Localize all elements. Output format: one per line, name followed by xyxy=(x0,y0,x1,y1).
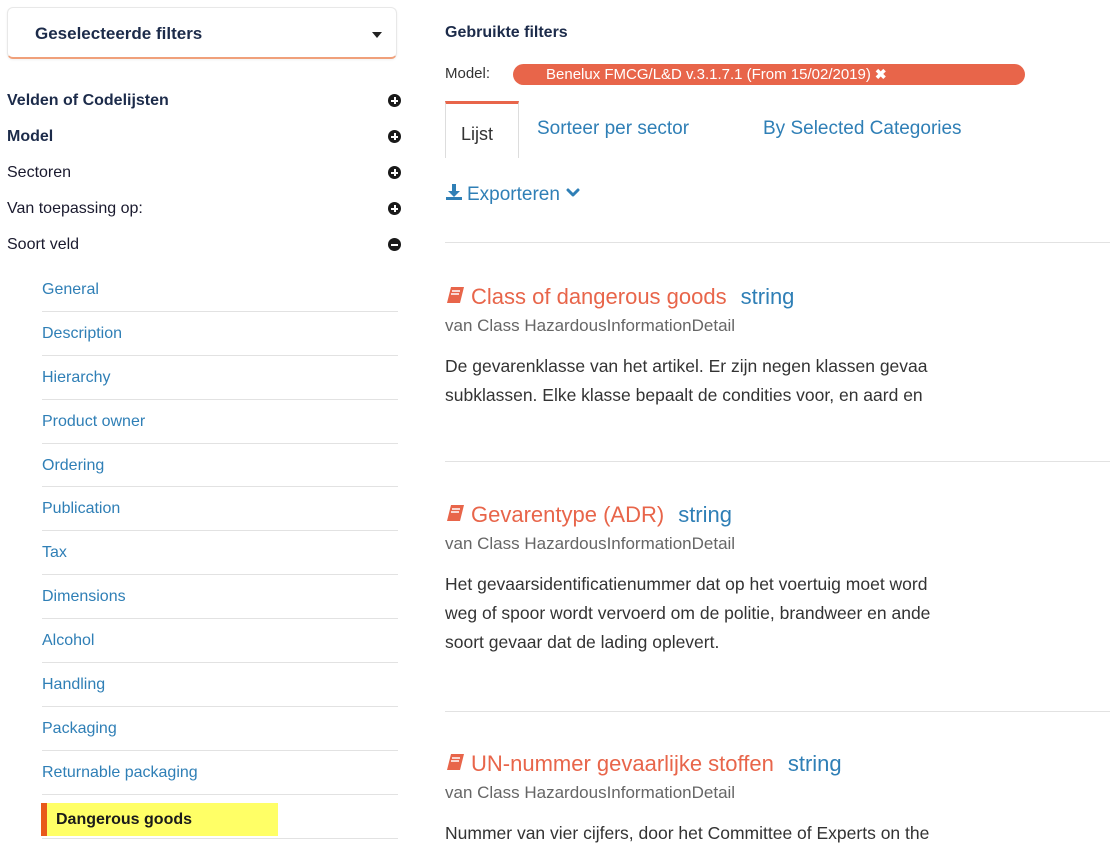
result-type: string xyxy=(787,751,842,776)
result-description: Nummer van vier cijfers, door het Commit… xyxy=(445,819,929,848)
field-type-item-tax[interactable]: Tax xyxy=(42,531,398,576)
field-type-item-returnable-packaging[interactable]: Returnable packaging xyxy=(42,751,398,795)
field-type-label[interactable]: Returnable packaging xyxy=(42,764,198,782)
book-icon xyxy=(447,287,464,303)
field-type-label[interactable]: Packaging xyxy=(42,720,117,738)
category-label: Soort veld xyxy=(7,236,80,253)
result-description: Het gevaarsidentificatienummer dat op he… xyxy=(445,570,930,657)
description-line: De gevarenklasse van het artikel. Er zij… xyxy=(445,356,928,376)
field-type-item-ordering[interactable]: Ordering xyxy=(42,444,398,488)
used-filters-title: Gebruikte filters xyxy=(445,24,568,41)
sidebar: Geselecteerde filters Velden of Codelijs… xyxy=(0,0,410,860)
plus-circle-icon[interactable] xyxy=(388,202,401,215)
tab-list[interactable]: Lijst xyxy=(445,101,519,158)
category-field-type[interactable]: Soort veld xyxy=(7,234,401,258)
model-filter-value: Benelux FMCG/L&D v.3.1.7.1 (From 15/02/2… xyxy=(546,66,871,83)
model-filter-label: Model: xyxy=(445,65,491,82)
field-type-label[interactable]: Hierarchy xyxy=(42,369,110,387)
plus-circle-icon[interactable] xyxy=(388,166,401,179)
field-type-item-dimensions[interactable]: Dimensions xyxy=(42,575,398,620)
result-title: UN-nummer gevaarlijke stoffen string xyxy=(445,751,842,777)
result-name-link[interactable]: Class of dangerous goods xyxy=(471,284,727,309)
field-type-item-alcohol[interactable]: Alcohol xyxy=(42,619,398,664)
field-type-item-description[interactable]: Description xyxy=(42,312,398,356)
close-icon[interactable]: ✖ xyxy=(875,66,887,82)
field-type-label[interactable]: General xyxy=(42,281,99,299)
category-label: Model xyxy=(7,128,54,145)
export-button[interactable]: Exporteren xyxy=(445,183,580,206)
description-line: soort gevaar dat de lading oplevert. xyxy=(445,632,720,652)
chevron-down-icon[interactable] xyxy=(566,188,580,198)
divider xyxy=(445,711,1110,712)
tab-sort-by-sector[interactable]: Sorteer per sector xyxy=(537,118,689,140)
result-class: van Class HazardousInformationDetail xyxy=(445,534,736,553)
export-label: Exporteren xyxy=(467,184,560,205)
category-label: Velden of Codelijsten xyxy=(7,92,169,109)
field-type-item-general[interactable]: General xyxy=(42,268,398,312)
active-indicator-bar xyxy=(41,802,47,836)
description-line: subklassen. Elke klasse bepaalt de condi… xyxy=(445,385,923,405)
category-applies-to[interactable]: Van toepassing op: xyxy=(7,198,401,222)
field-type-label[interactable]: Description xyxy=(42,325,122,343)
field-type-label[interactable]: Alcohol xyxy=(42,632,94,650)
book-icon xyxy=(447,754,464,770)
divider xyxy=(445,242,1110,243)
field-type-label[interactable]: Dimensions xyxy=(42,588,126,606)
result-name-link[interactable]: Gevarentype (ADR) xyxy=(471,502,664,527)
field-type-item-publication[interactable]: Publication xyxy=(42,487,398,532)
category-label: Van toepassing op: xyxy=(7,200,143,217)
active-highlight: Dangerous goods xyxy=(41,802,278,836)
download-icon xyxy=(446,184,462,200)
field-type-label-active[interactable]: Dangerous goods xyxy=(56,811,192,829)
result-type: string xyxy=(740,284,795,309)
field-type-list: General Description Hierarchy Product ow… xyxy=(41,268,398,839)
model-filter-chip[interactable]: Benelux FMCG/L&D v.3.1.7.1 (From 15/02/2… xyxy=(513,64,1025,85)
field-type-label[interactable]: Ordering xyxy=(42,457,104,475)
main-content: Gebruikte filters Model: Benelux FMCG/L&… xyxy=(445,0,1110,860)
plus-circle-icon[interactable] xyxy=(388,94,401,107)
description-line: weg of spoor wordt vervoerd om de politi… xyxy=(445,603,931,623)
category-sectors[interactable]: Sectoren xyxy=(7,162,401,186)
minus-circle-icon[interactable] xyxy=(388,238,401,251)
book-icon xyxy=(447,505,464,521)
field-type-label[interactable]: Tax xyxy=(42,544,67,562)
field-type-item-packaging[interactable]: Packaging xyxy=(42,707,398,751)
field-type-item-dangerous-goods[interactable]: Dangerous goods xyxy=(41,795,398,839)
field-type-label[interactable]: Handling xyxy=(42,676,105,694)
category-model[interactable]: Model xyxy=(7,126,401,150)
field-type-label[interactable]: Publication xyxy=(42,500,120,518)
category-label: Sectoren xyxy=(7,164,72,181)
category-fields-or-codelists[interactable]: Velden of Codelijsten xyxy=(7,90,401,114)
result-class: van Class HazardousInformationDetail xyxy=(445,783,736,802)
result-name-link[interactable]: UN-nummer gevaarlijke stoffen xyxy=(471,751,774,776)
plus-circle-icon[interactable] xyxy=(388,130,401,143)
caret-down-icon xyxy=(372,32,382,38)
selected-filters-dropdown[interactable]: Geselecteerde filters xyxy=(7,7,397,59)
divider xyxy=(445,461,1110,462)
result-description: De gevarenklasse van het artikel. Er zij… xyxy=(445,352,928,410)
description-line: Het gevaarsidentificatienummer dat op he… xyxy=(445,574,928,594)
field-type-item-hierarchy[interactable]: Hierarchy xyxy=(42,356,398,400)
field-type-item-product-owner[interactable]: Product owner xyxy=(42,400,398,444)
result-class: van Class HazardousInformationDetail xyxy=(445,316,736,335)
selected-filters-title: Geselecteerde filters xyxy=(35,24,203,43)
tab-label: Lijst xyxy=(461,124,494,144)
result-title: Class of dangerous goods string xyxy=(445,284,794,310)
description-line: Nummer van vier cijfers, door het Commit… xyxy=(445,823,930,843)
result-type: string xyxy=(678,502,732,527)
field-type-item-handling[interactable]: Handling xyxy=(42,663,398,707)
tab-by-selected-categories[interactable]: By Selected Categories xyxy=(763,118,962,140)
field-type-label[interactable]: Product owner xyxy=(42,413,145,431)
result-title: Gevarentype (ADR) string xyxy=(445,502,732,528)
